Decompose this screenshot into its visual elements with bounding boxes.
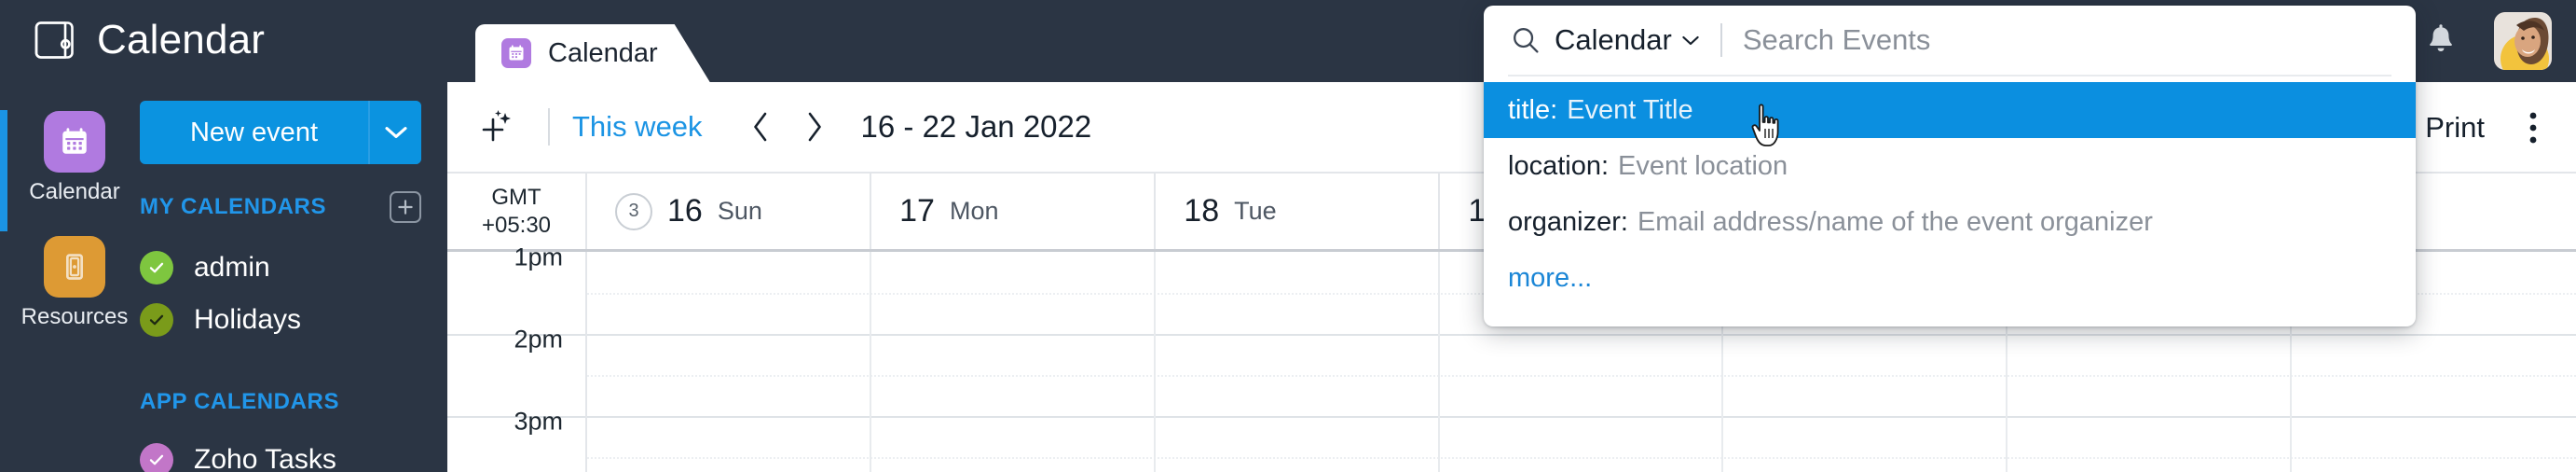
new-event-label: New event [189,117,318,147]
app-calendars-header: APP CALENDARS [140,389,421,415]
day-column-mon[interactable] [871,252,1156,472]
day-number: 18 [1184,193,1220,229]
suggestion-value: Event location [1618,150,1788,181]
day-name: Tue [1234,197,1277,225]
list-item[interactable]: admin [140,242,447,294]
tab-calendar[interactable]: Calendar [475,24,710,82]
calendar-name: admin [194,252,270,283]
date-nav [736,103,839,151]
timezone-line1: GMT [491,184,541,210]
toolbar-divider [548,108,550,146]
sparkle-plus-icon [482,108,517,146]
search-suggestions: title: Event Title location: Event locat… [1484,76,2416,326]
brand: Calendar [32,11,265,69]
more-options-button[interactable] [2511,104,2555,152]
check-circle-icon[interactable] [140,443,173,472]
chevron-left-icon [750,111,771,143]
search-scope-label: Calendar [1555,23,1672,56]
chevron-right-icon [804,111,825,143]
kebab-menu-icon [2528,109,2538,146]
list-item[interactable]: Holidays [140,294,447,346]
day-header-sun[interactable]: 3 16 Sun [587,174,872,249]
list-item[interactable]: Zoho Tasks [140,434,447,472]
add-calendar-button[interactable] [390,191,421,223]
new-event-dropdown-toggle[interactable] [368,101,421,164]
hour-label: 3pm [514,407,563,436]
this-week-button[interactable]: This week [572,110,703,144]
calendar-tile-icon [501,38,531,68]
suggestion-value: Email address/name of the event organize… [1637,206,2153,237]
sidebar: Calendar Calendar Resources New event MY… [0,0,447,472]
my-calendars-list: admin Holidays [140,242,447,346]
rail-item-resources[interactable]: Resources [0,228,149,353]
day-column-sun[interactable] [587,252,871,472]
new-event-button[interactable]: New event [140,101,421,164]
prev-week-button[interactable] [736,103,785,151]
sidebar-main: New event MY CALENDARS admin Holidays AP… [140,101,447,472]
day-header-mon[interactable]: 17 Mon [871,174,1157,249]
search-input[interactable] [1742,23,2391,57]
plus-icon [396,198,415,216]
search-panel: Calendar title: Event Title location: Ev… [1484,6,2416,326]
day-number: 16 [667,193,703,229]
timezone-line2: +05:30 [481,212,552,238]
suggestion-value: Event Title [1567,94,1693,125]
suggestion-title[interactable]: title: Event Title [1484,82,2416,138]
app-root: Calendar Calendar Resources New event MY… [0,0,2576,472]
notifications-button[interactable] [2419,20,2462,62]
chevron-down-icon [1681,35,1700,47]
rail-item-label: Resources [21,304,129,329]
hour-gutter: 1pm 2pm 3pm [447,244,587,472]
suggestion-key: location: [1508,150,1610,181]
app-calendars-title: APP CALENDARS [140,389,340,414]
avatar[interactable] [2494,12,2552,70]
topbar-actions [2419,0,2552,82]
bell-icon [2425,23,2457,59]
search-icon [1508,22,1543,58]
suggestion-key: title: [1508,94,1558,125]
day-name: Mon [949,197,999,225]
my-calendars-title: MY CALENDARS [140,194,327,219]
resources-tile-icon [44,236,105,298]
rail-item-label: Calendar [29,179,120,204]
search-bar: Calendar [1484,6,2416,75]
app-rail: Calendar Resources [0,103,149,353]
calendar-name: Zoho Tasks [194,444,336,472]
date-range-label: 16 - 22 Jan 2022 [860,109,1092,144]
timezone-label: GMT +05:30 [447,174,587,249]
print-button[interactable]: Print [2425,111,2485,145]
tab-label: Calendar [548,37,658,68]
suggestion-key: organizer: [1508,206,1628,237]
brand-title: Calendar [97,17,266,62]
my-calendars-header: MY CALENDARS [140,191,421,223]
suggestion-organizer[interactable]: organizer: Email address/name of the eve… [1484,194,2416,250]
hour-label: 2pm [514,325,563,354]
hour-label: 1pm [514,243,563,271]
wallet-calendar-icon [32,20,76,61]
day-column-tue[interactable] [1156,252,1440,472]
chevron-down-icon [384,125,408,140]
app-calendars-list: Zoho Tasks [140,434,447,472]
check-circle-icon[interactable] [140,251,173,285]
next-week-button[interactable] [790,103,839,151]
week-number-badge: 3 [615,192,652,230]
check-circle-icon[interactable] [140,303,173,337]
search-scope-dropdown[interactable]: Calendar [1555,23,1700,57]
suggestions-more-link[interactable]: more... [1484,250,2416,306]
day-name: Sun [717,197,762,225]
toolbar-right: Print [2425,82,2555,174]
calendar-name: Holidays [194,304,302,335]
day-number: 17 [899,193,935,229]
calendar-tile-icon [44,111,105,173]
suggestion-location[interactable]: location: Event location [1484,138,2416,194]
quick-add-button[interactable] [473,101,526,153]
day-header-tue[interactable]: 18 Tue [1156,174,1441,249]
search-divider [1720,23,1722,57]
rail-item-calendar[interactable]: Calendar [0,103,149,228]
